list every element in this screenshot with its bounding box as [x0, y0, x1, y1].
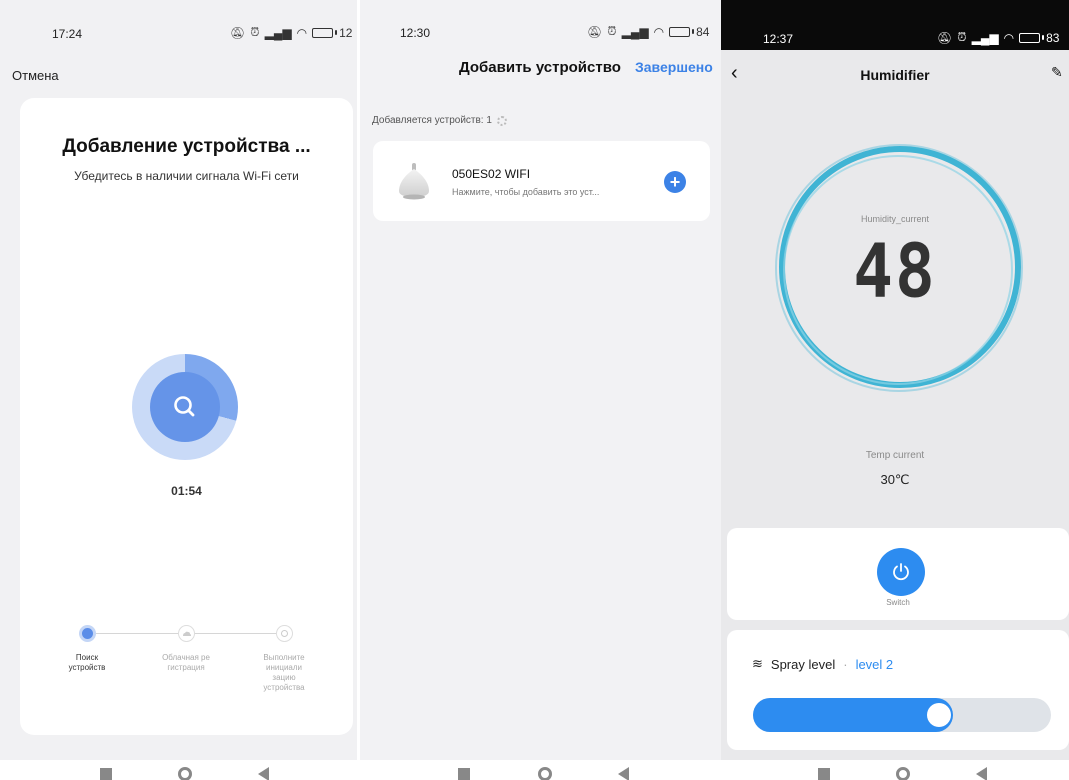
home-icon[interactable] — [178, 767, 192, 780]
status-time: 12:30 — [400, 26, 431, 40]
battery-percent: 83 — [1046, 30, 1060, 45]
adding-count-label: Добавляется устройств: 1 — [372, 115, 492, 126]
back-nav-icon[interactable] — [976, 767, 987, 780]
alarm-icon: ⏰︎ — [250, 25, 260, 39]
switch-card: Switch — [727, 528, 1069, 620]
step-3-label: Выполните инициали зацию устройства — [263, 653, 305, 692]
wifi-icon: ◠ — [1003, 30, 1015, 45]
back-nav-icon[interactable] — [618, 767, 629, 780]
search-card: Добавление устройства ... Убедитесь в на… — [20, 98, 353, 735]
device-card[interactable]: 050ES02 WIFI Нажмите, чтобы добавить это… — [373, 141, 710, 221]
temperature-value: 30℃ — [880, 472, 910, 487]
status-bar: 12:30 🔕︎ ⏰︎ ▂▄▆ ◠ 84 — [360, 0, 721, 50]
search-radar — [132, 354, 238, 460]
progress-steps: Поиск устройств Облачная ре гистрация Вы… — [20, 623, 353, 723]
step-connector — [96, 633, 182, 634]
wifi-icon: ◠ — [653, 24, 665, 39]
switch-label: Switch — [886, 598, 910, 607]
step-3-check-icon — [276, 625, 293, 642]
temperature-label: Temp current — [865, 450, 925, 461]
spray-wave-icon: ≋ — [752, 656, 763, 671]
step-2-cloud-icon — [178, 625, 195, 642]
status-icons: 🔕︎ ⏰︎ ▂▄▆ ◠ 12 — [230, 25, 352, 40]
adding-status: Добавляется устройств: 1 — [372, 115, 507, 126]
mute-icon: 🔕︎ — [230, 25, 246, 40]
battery-icon: 84 — [669, 25, 709, 39]
device-name: 050ES02 WIFI — [452, 167, 531, 181]
spray-level-value: level 2 — [855, 656, 894, 672]
alarm-icon: ⏰︎ — [957, 30, 967, 44]
system-nav-bar — [0, 760, 1069, 780]
battery-icon: 12 — [312, 26, 352, 40]
page-subtitle: Убедитесь в наличии сигнала Wi-Fi сети — [74, 169, 299, 183]
battery-percent: 12 — [339, 25, 353, 40]
spray-level-slider[interactable] — [753, 698, 1051, 732]
humidity-label: Humidity_current — [860, 214, 930, 224]
spray-level-row: ≋ Spray level · level 2 — [752, 656, 893, 672]
power-icon — [893, 563, 909, 581]
step-2-label: Облачная ре гистрация — [162, 653, 210, 672]
humidity-value: 48 — [853, 228, 937, 315]
device-hint: Нажмите, чтобы добавить это уст... — [452, 187, 600, 197]
screen-humidifier-control: 12:37 🔕︎ ⏰︎ ▂▄▆ ◠ 83 ‹ Humidifier ✎ Humi… — [721, 0, 1069, 760]
alarm-icon: ⏰︎ — [607, 24, 617, 38]
edit-pencil-icon[interactable]: ✎ — [1051, 64, 1063, 81]
slider-fill — [753, 698, 953, 732]
slider-knob[interactable] — [926, 703, 951, 727]
page-title: Добавление устройства ... — [62, 136, 311, 157]
status-bar: 12:37 🔕︎ ⏰︎ ▂▄▆ ◠ 83 — [721, 0, 1069, 50]
home-icon[interactable] — [896, 767, 910, 780]
done-button[interactable]: Завершено — [635, 59, 713, 75]
page-title: Добавить устройство — [459, 59, 621, 76]
mute-icon: 🔕︎ — [587, 24, 603, 39]
step-connector — [194, 633, 280, 634]
power-switch-button[interactable] — [877, 548, 925, 596]
status-time: 17:24 — [52, 27, 83, 41]
home-icon[interactable] — [538, 767, 552, 780]
status-icons: 🔕︎ ⏰︎ ▂▄▆ ◠ 84 — [587, 24, 709, 39]
battery-percent: 84 — [696, 24, 710, 39]
signal-icon: ▂▄▆ — [621, 24, 649, 39]
status-bar: 17:24 🔕︎ ⏰︎ ▂▄▆ ◠ 12 — [0, 0, 357, 50]
humidifier-device-icon — [399, 163, 429, 200]
status-icons: 🔕︎ ⏰︎ ▂▄▆ ◠ 83 — [937, 30, 1059, 45]
back-nav-icon[interactable] — [258, 767, 269, 780]
add-device-button[interactable]: + — [664, 171, 686, 193]
step-1-dot — [79, 625, 96, 642]
countdown-timer: 01:54 — [171, 484, 202, 498]
loading-spinner-icon — [496, 115, 507, 126]
wifi-icon: ◠ — [296, 25, 308, 40]
signal-icon: ▂▄▆ — [971, 30, 999, 45]
recent-apps-icon[interactable] — [818, 768, 830, 780]
battery-icon: 83 — [1019, 31, 1059, 45]
cancel-button[interactable]: Отмена — [12, 68, 59, 83]
recent-apps-icon[interactable] — [458, 768, 470, 780]
status-time: 12:37 — [763, 32, 794, 46]
spray-level-label: Spray level — [770, 656, 836, 672]
spray-level-card: ≋ Spray level · level 2 — [727, 630, 1069, 750]
search-icon — [150, 372, 220, 442]
device-title: Humidifier — [860, 67, 930, 83]
screen-add-device: 12:30 🔕︎ ⏰︎ ▂▄▆ ◠ 84 Добавить устройство… — [360, 0, 721, 760]
mute-icon: 🔕︎ — [937, 30, 953, 45]
signal-icon: ▂▄▆ — [264, 25, 292, 40]
spray-separator: · — [843, 656, 848, 672]
plus-icon: + — [669, 172, 681, 192]
recent-apps-icon[interactable] — [100, 768, 112, 780]
screen-device-search: 17:24 🔕︎ ⏰︎ ▂▄▆ ◠ 12 Отмена Добавление у… — [0, 0, 357, 760]
step-1-label: Поиск устройств — [68, 653, 106, 672]
